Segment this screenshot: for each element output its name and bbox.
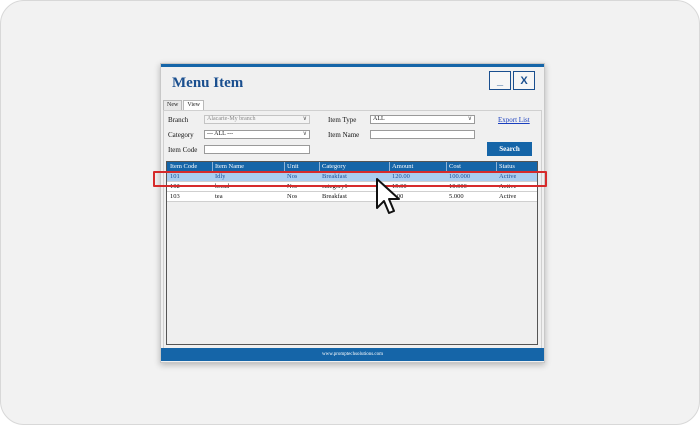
- item-type-label: Item Type: [328, 116, 357, 124]
- item-code-label: Item Code: [168, 146, 198, 154]
- item-name-input[interactable]: [370, 130, 475, 139]
- cell-status: Active: [499, 193, 517, 200]
- branch-label: Branch: [168, 116, 189, 124]
- dropdown-caret-icon: ∨: [302, 131, 307, 137]
- cell-item-name: tea: [215, 193, 223, 200]
- dropdown-caret-icon: ∨: [302, 116, 307, 122]
- branch-select-value: Alacarte-My branch: [207, 116, 256, 122]
- item-grid: Item Code Item Name Unit Category Amount…: [166, 161, 538, 345]
- menu-item-window: Menu Item _ X New View Branch Alacarte-M…: [160, 63, 545, 363]
- item-type-select[interactable]: ALL ∨: [370, 115, 475, 124]
- item-type-select-value: ALL: [373, 116, 385, 122]
- item-name-label: Item Name: [328, 131, 360, 139]
- cell-unit: Nos: [287, 193, 298, 200]
- row-highlight-box: [153, 171, 547, 187]
- minimize-button[interactable]: _: [489, 71, 511, 90]
- cell-item-code: 103: [170, 193, 180, 200]
- window-top-accent: [161, 64, 544, 67]
- cell-cost: 5.000: [449, 193, 464, 200]
- close-button[interactable]: X: [513, 71, 535, 90]
- branch-select[interactable]: Alacarte-My branch ∨: [204, 115, 310, 124]
- tab-new[interactable]: New: [163, 100, 183, 110]
- search-button[interactable]: Search: [487, 142, 532, 156]
- table-row[interactable]: 103 tea Nos Breakfast 5.00 5.000 Active: [167, 192, 537, 202]
- cell-category: Breakfast: [322, 193, 347, 200]
- export-list-link[interactable]: Export List: [498, 116, 530, 124]
- dropdown-caret-icon: ∨: [467, 116, 472, 122]
- item-code-input[interactable]: [204, 145, 310, 154]
- category-label: Category: [168, 131, 194, 139]
- window-title: Menu Item: [172, 75, 244, 91]
- window-footer: www.promptechsolutions.com: [161, 348, 544, 361]
- category-select-value: --- ALL ---: [207, 131, 234, 137]
- category-select[interactable]: --- ALL --- ∨: [204, 130, 310, 139]
- view-panel: Branch Alacarte-My branch ∨ Category ---…: [163, 110, 542, 352]
- mouse-pointer-icon: [376, 178, 400, 214]
